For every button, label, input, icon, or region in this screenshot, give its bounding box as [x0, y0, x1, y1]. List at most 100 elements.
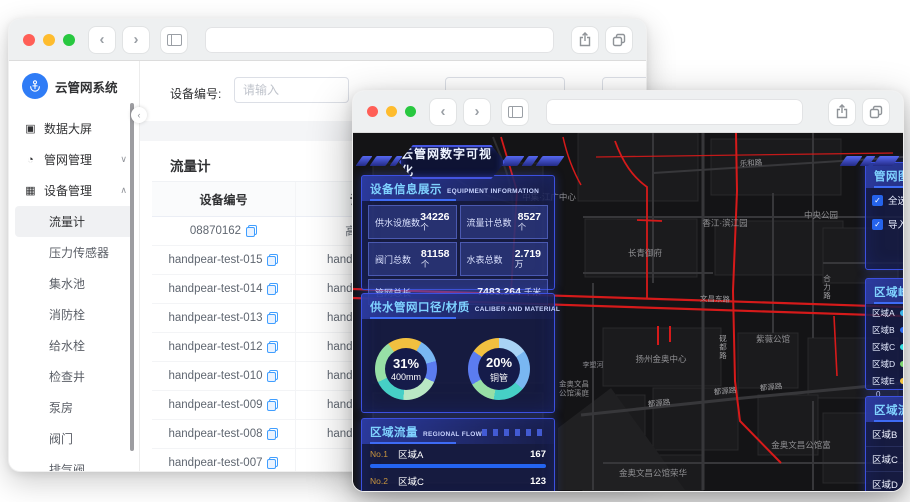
stat-cell-1: 流量计总数 8527 个	[459, 205, 548, 239]
legend-item-0[interactable]: 区域A	[866, 304, 903, 321]
flow-rank-row-1: 区域C	[866, 447, 903, 472]
close-button[interactable]	[367, 106, 378, 117]
stat-cell-3: 水表总数 2.719 万	[459, 242, 548, 276]
flow-value: 167	[530, 448, 546, 460]
map-label: 中央公园	[803, 210, 839, 220]
logo-icon	[22, 73, 48, 99]
layer-checkbox-row-1[interactable]: ✓ 导入	[866, 212, 903, 236]
header-decor-left	[355, 155, 403, 167]
map-label: 金奥文昌公馆溪庭	[559, 379, 589, 398]
stat-label: 供水设施数	[375, 217, 421, 228]
legend-item-4[interactable]: 区域E	[866, 372, 903, 389]
sidebar: 云管网系统 ‹ ▣ 数据大屏 ◔ 管网管理 ∨ ▦ 设备管理 ∧ 流量计 压力传感器 集水池 消防栓…	[9, 61, 147, 471]
sidebar-subitem-0[interactable]: 流量计	[15, 206, 133, 237]
copy-icon[interactable]	[267, 254, 279, 266]
title-decor-dashes	[482, 429, 546, 436]
copy-icon[interactable]	[267, 370, 279, 382]
device-id-cell: handpear-test-013	[152, 304, 296, 332]
device-id-filter-input[interactable]	[234, 77, 349, 103]
panel-regional-peak: 区域峰值 区域A区域B区域C区域D区域E 0	[865, 278, 903, 399]
sidebar-subitem-3[interactable]: 消防栓	[9, 299, 139, 330]
map-label: 都源路	[759, 381, 783, 393]
copy-icon[interactable]	[246, 225, 258, 237]
duplicate-icon[interactable]	[606, 26, 632, 53]
checkbox-icon[interactable]: ✓	[872, 218, 883, 230]
checkbox-label: 全选	[888, 196, 903, 207]
back-icon[interactable]: ‹	[89, 26, 115, 53]
flow-rank-row-0: 区域B	[866, 422, 903, 447]
legend-label: 区域B	[872, 324, 895, 335]
minimize-button[interactable]	[386, 106, 397, 117]
sidebar-scrollbar[interactable]	[130, 103, 134, 451]
window-layout-icon[interactable]	[502, 98, 528, 125]
map-label: 金奥文昌公馆富	[771, 440, 831, 450]
panel-regional-flow: 区域流量 REGIONAL FLOW No.1 区域A 167 No.2 区域C 123	[361, 418, 555, 491]
donut-label: 铜管	[489, 372, 508, 383]
device-id-cell: handpear-test-014	[152, 275, 296, 303]
column-header-device-id: 设备编号	[152, 182, 296, 216]
sidebar-subitem-5[interactable]: 检查井	[9, 361, 139, 392]
device-id-cell: handpear-test-010	[152, 362, 296, 390]
map-label: 砚都路	[718, 334, 728, 360]
close-button[interactable]	[23, 33, 35, 46]
legend-item-1[interactable]: 区域B	[866, 321, 903, 338]
legend-dot	[899, 326, 903, 333]
panel-title: 供水管网口径/材质	[370, 302, 470, 314]
stat-label: 阀门总数	[375, 254, 412, 265]
copy-icon[interactable]	[267, 312, 279, 324]
url-bar[interactable]	[546, 98, 803, 125]
device-id-cell: handpear-test-007	[152, 449, 296, 471]
sidebar-subitem-2[interactable]: 集水池	[9, 268, 139, 299]
sidebar-subitem-6[interactable]: 泵房	[9, 392, 139, 423]
menu-item-icon: ▦	[25, 185, 36, 197]
device-id-cell: handpear-test-008	[152, 420, 296, 448]
stat-cell-0: 供水设施数 34226 个	[368, 205, 457, 239]
zoom-button[interactable]	[405, 106, 416, 117]
panel-layers: 管网图层 ✓ 全选 ✓ 导入	[865, 162, 903, 270]
flow-value: 123	[530, 475, 546, 487]
panel-equipment-info: 设备信息展示 EQUIPMENT INFORMATION 供水设施数 34226 个…	[361, 175, 555, 305]
share-icon[interactable]	[829, 98, 855, 125]
map-label: 长青御府	[627, 248, 663, 258]
stat-unit: 个	[517, 222, 527, 233]
back-icon[interactable]: ‹	[430, 98, 456, 125]
minimize-button[interactable]	[43, 33, 55, 46]
sidebar-item-0[interactable]: ▣ 数据大屏	[9, 113, 139, 144]
sidebar-collapse-button[interactable]: ‹	[131, 107, 147, 123]
legend-item-3[interactable]: 区域D	[866, 355, 903, 372]
share-icon[interactable]	[572, 26, 598, 53]
copy-icon[interactable]	[267, 399, 279, 411]
sidebar-subitem-4[interactable]: 给水栓	[9, 330, 139, 361]
copy-icon[interactable]	[267, 428, 279, 440]
forward-icon[interactable]: ›	[123, 26, 149, 53]
map-label: 乐和路	[739, 157, 763, 169]
layer-checkbox-row-0[interactable]: ✓ 全选	[866, 188, 903, 212]
duplicate-icon[interactable]	[863, 98, 889, 125]
sidebar-submenu: 流量计压力传感器集水池消防栓给水栓检查井泵房阀门排气阀出水口水源井	[9, 206, 139, 471]
copy-icon[interactable]	[267, 341, 279, 353]
flow-rank-row-2: 区域D	[866, 472, 903, 491]
copy-icon[interactable]	[267, 283, 279, 295]
url-bar[interactable]	[205, 26, 554, 53]
sidebar-subitem-8[interactable]: 排气阀	[9, 454, 139, 471]
stat-unit: 个	[420, 222, 429, 233]
window-layout-icon[interactable]	[161, 26, 187, 53]
legend-item-2[interactable]: 区域C	[866, 338, 903, 355]
donut-chart-material: 20% 铜管	[468, 338, 530, 400]
legend-dot	[899, 309, 903, 316]
zoom-button[interactable]	[63, 33, 75, 46]
sidebar-subitem-1[interactable]: 压力传感器	[9, 237, 139, 268]
forward-icon[interactable]: ›	[464, 98, 490, 125]
map-label: 都源路	[713, 385, 737, 397]
map-label: 李塑河	[582, 362, 604, 369]
sidebar-subitem-7[interactable]: 阀门	[9, 423, 139, 454]
panel-title: 管网图层	[874, 171, 903, 183]
flow-label: 区域C	[398, 477, 424, 488]
legend-dot	[900, 360, 903, 367]
sidebar-item-2[interactable]: ▦ 设备管理 ∧	[9, 175, 139, 206]
dashboard: 中集·江广中心香江·滨江园中央公园长青御府扬州金奥中心紫薇公馆李塑河金奥文昌公馆…	[353, 133, 903, 491]
panel-subtitle: CALIBER AND MATERIAL	[474, 306, 561, 313]
checkbox-icon[interactable]: ✓	[872, 194, 883, 206]
copy-icon[interactable]	[267, 457, 279, 469]
sidebar-item-1[interactable]: ◔ 管网管理 ∨	[9, 144, 139, 175]
